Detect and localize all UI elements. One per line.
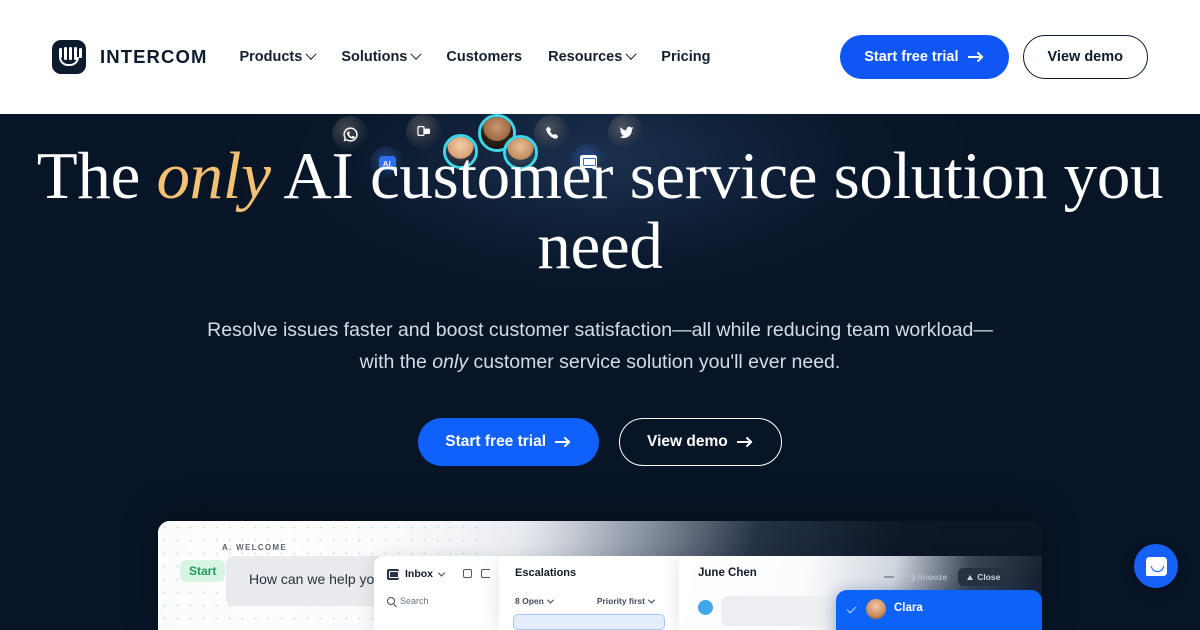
conversation-list-panel: Escalations 8 Open Priority first: [499, 556, 679, 630]
hero-cta-row: Start free trial View demo: [0, 417, 1200, 466]
header-view-demo-button[interactable]: View demo: [1022, 35, 1148, 79]
main-navigation: Products Solutions Customers Resources P…: [239, 48, 710, 65]
button-label: View demo: [647, 432, 728, 450]
button-label: Close: [977, 572, 1001, 582]
inbox-icon: [387, 568, 399, 580]
clara-avatar: [866, 599, 886, 619]
chevron-down-icon: [647, 596, 656, 604]
moon-icon: [905, 573, 913, 581]
chevron-down-icon: [410, 48, 423, 60]
subheadline-emphasis: only: [432, 350, 469, 373]
search-placeholder: Search: [400, 596, 429, 606]
inbox-tools: [463, 569, 490, 578]
contact-avatar: [698, 600, 713, 615]
subheadline-line-1: Resolve issues faster and boost customer…: [207, 319, 993, 342]
chevron-down-icon: [437, 569, 446, 577]
product-screenshot: A. WELCOME Start How can we help you tod…: [158, 521, 1042, 630]
chevron-down-icon: [546, 596, 554, 604]
page-title: The only AI customer service solution yo…: [0, 139, 1200, 283]
selected-conversation-row[interactable]: [513, 614, 665, 630]
conversation-contact-name: June Chen: [698, 567, 757, 579]
check-icon: [846, 603, 857, 614]
nav-label: Customers: [446, 49, 523, 65]
nav-label: Products: [239, 49, 303, 65]
header-actions: Start free trial View demo: [840, 35, 1148, 79]
site-header: INTERCOM Products Solutions Customers Re…: [0, 0, 1200, 114]
hero-start-free-trial-button[interactable]: Start free trial: [418, 417, 600, 466]
button-label: Start free trial: [445, 432, 547, 450]
nav-item-resources[interactable]: Resources: [548, 48, 637, 65]
hero-view-demo-button[interactable]: View demo: [619, 417, 782, 466]
hero-subheadline: Resolve issues faster and boost customer…: [0, 315, 1200, 378]
nav-item-solutions[interactable]: Solutions: [341, 48, 423, 65]
list-filters: 8 Open Priority first: [515, 596, 656, 606]
inbox-search[interactable]: Search: [387, 596, 429, 606]
nav-label: Pricing: [661, 49, 711, 65]
close-conversation-button[interactable]: Close: [958, 568, 1010, 586]
landing-page: INTERCOM Products Solutions Customers Re…: [0, 0, 1200, 630]
nav-label: Solutions: [341, 49, 408, 65]
brand-name: INTERCOM: [100, 46, 208, 67]
headline-part-1: The: [36, 139, 157, 213]
brand-logo[interactable]: INTERCOM: [52, 40, 207, 74]
filter-label: Priority first: [596, 596, 645, 606]
headline-part-2: AI customer service solution you need: [270, 139, 1164, 283]
search-icon: [387, 597, 395, 605]
filter-open-count[interactable]: 8 Open: [515, 596, 554, 606]
nav-item-customers[interactable]: Customers: [446, 49, 522, 65]
arrow-right-icon: [555, 436, 571, 447]
more-options-icon[interactable]: [884, 576, 894, 578]
clara-assignee-card[interactable]: Clara: [836, 590, 1042, 630]
arrow-right-icon: [967, 52, 983, 62]
snooze-button[interactable]: Snooze: [905, 572, 947, 582]
inbox-title: Inbox: [405, 568, 433, 580]
header-start-free-trial-button[interactable]: Start free trial: [840, 35, 1009, 79]
hero-content: The only AI customer service solution yo…: [0, 114, 1200, 466]
compose-icon[interactable]: [463, 569, 472, 578]
nav-item-pricing[interactable]: Pricing: [661, 49, 710, 65]
conversation-toolbar: Snooze Close: [884, 568, 1010, 586]
clara-name: Clara: [894, 602, 923, 614]
chevron-down-icon: [305, 48, 317, 60]
inbox-panel: Inbox Search: [374, 556, 499, 630]
welcome-section-label: A. WELCOME: [222, 543, 287, 552]
filter-sort-order[interactable]: Priority first: [596, 596, 656, 606]
list-title: Escalations: [515, 567, 577, 579]
button-label: Snooze: [917, 572, 948, 582]
inbox-header[interactable]: Inbox: [387, 568, 446, 580]
close-icon: [967, 574, 974, 580]
filter-label: 8 Open: [515, 596, 544, 606]
nav-label: Resources: [548, 49, 623, 65]
start-chip: Start: [180, 560, 226, 582]
button-label: View demo: [1047, 49, 1123, 65]
intercom-messenger-icon: [1145, 556, 1167, 576]
intercom-logo-icon: [52, 40, 86, 74]
subheadline-line-2b: customer service solution you'll ever ne…: [468, 350, 841, 373]
intercom-messenger-launcher[interactable]: [1134, 544, 1178, 588]
chevron-down-icon: [625, 48, 637, 60]
subheadline-line-2a: with the: [359, 350, 433, 373]
button-label: Start free trial: [864, 49, 959, 65]
arrow-right-icon: [736, 436, 752, 447]
headline-emphasis: only: [156, 139, 271, 213]
nav-item-products[interactable]: Products: [239, 48, 317, 65]
collapse-panel-icon[interactable]: [481, 569, 490, 578]
